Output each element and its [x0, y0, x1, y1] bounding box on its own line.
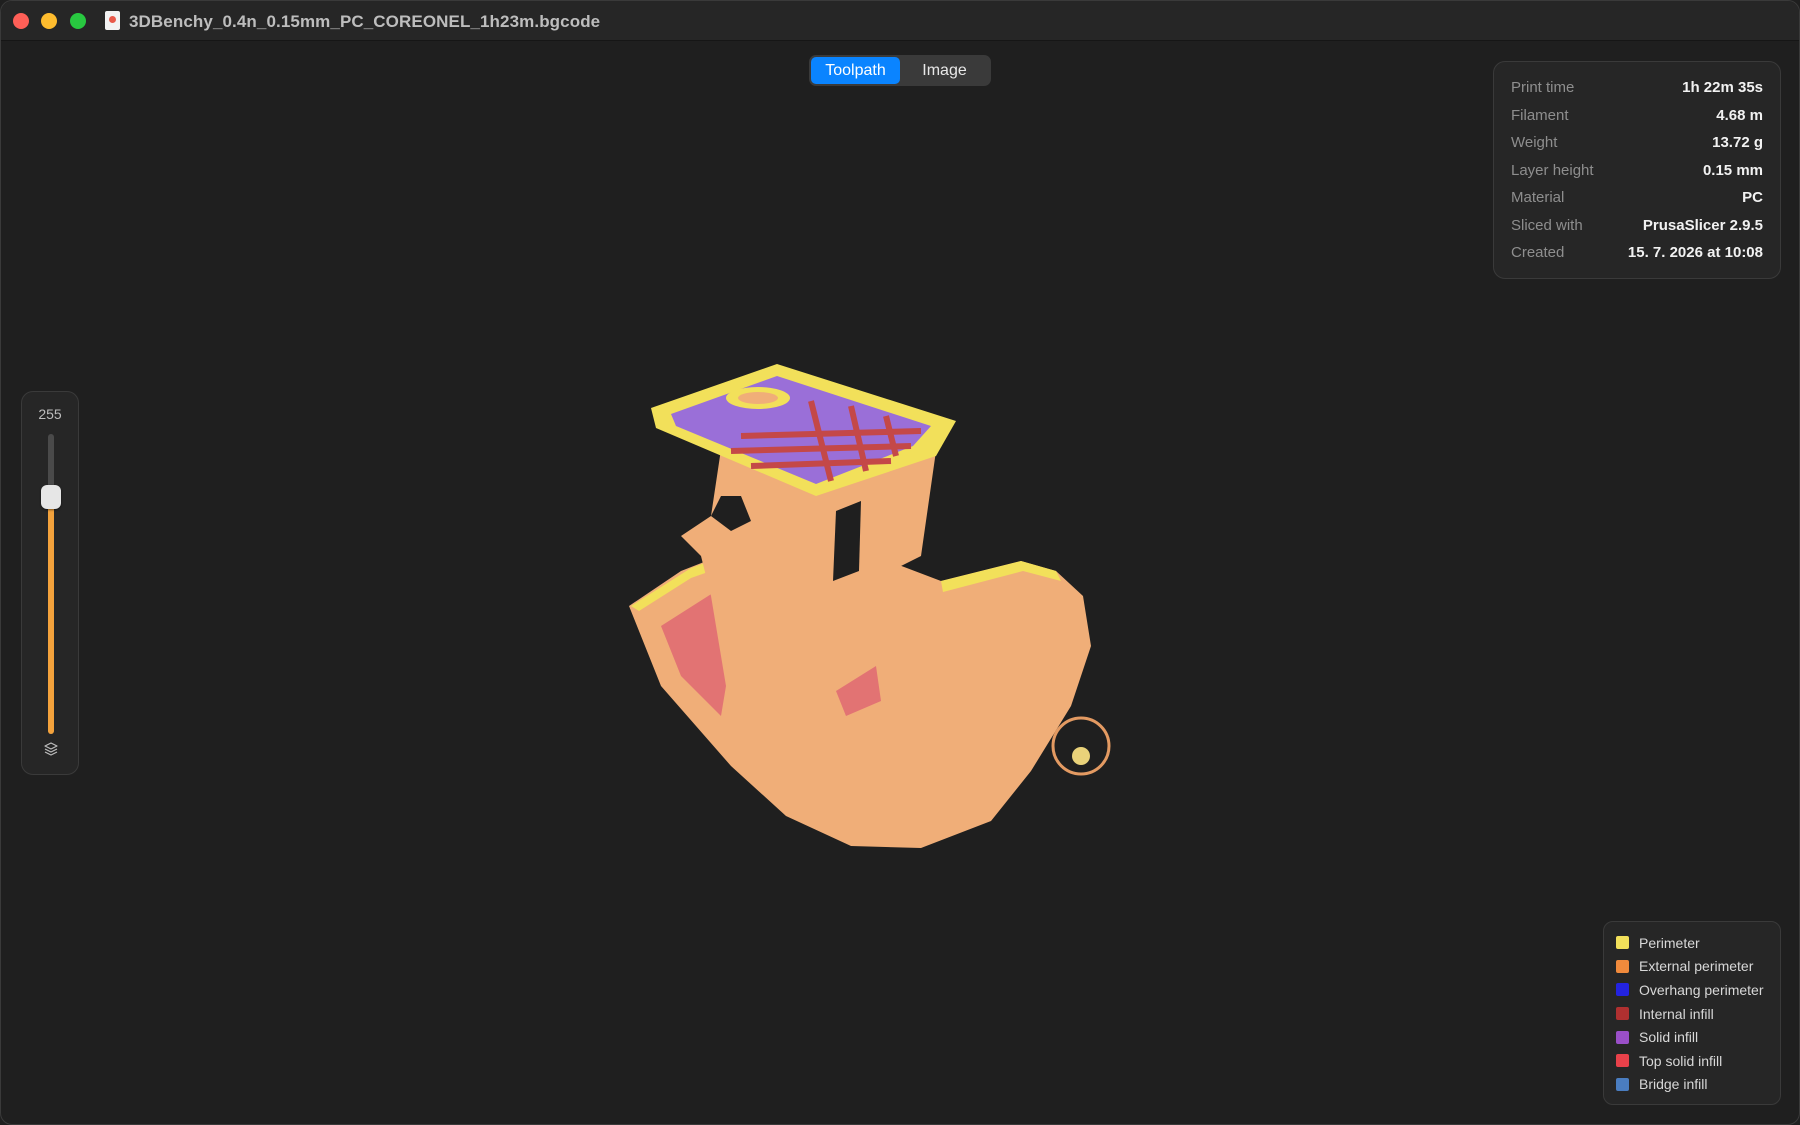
- layer-slider-track[interactable]: [48, 434, 54, 734]
- legend-label: Solid infill: [1639, 1029, 1699, 1046]
- minimize-window-button[interactable]: [41, 13, 57, 29]
- info-label: Print time: [1511, 79, 1575, 97]
- print-info-panel: Print time 1h 22m 35s Filament 4.68 m We…: [1493, 61, 1781, 279]
- layer-slider-panel: 255: [21, 391, 79, 775]
- info-value: 4.68 m: [1716, 106, 1763, 124]
- legend-label: Perimeter: [1639, 934, 1700, 951]
- legend-label: External perimeter: [1639, 958, 1754, 975]
- legend-item: Internal infill: [1616, 1002, 1768, 1026]
- tab-image[interactable]: Image: [900, 57, 989, 84]
- info-value: 1h 22m 35s: [1682, 79, 1763, 97]
- legend-item: Bridge infill: [1616, 1073, 1768, 1097]
- legend-swatch: [1616, 1030, 1629, 1044]
- layers-icon: [44, 742, 58, 756]
- layer-slider-thumb[interactable]: [41, 485, 61, 509]
- feature-legend: Perimeter External perimeter Overhang pe…: [1603, 921, 1781, 1105]
- info-value: 0.15 mm: [1702, 161, 1763, 179]
- hawse-hole: [1051, 716, 1111, 776]
- info-label: Layer height: [1511, 161, 1594, 179]
- legend-item: Perimeter: [1616, 931, 1768, 955]
- info-label: Weight: [1511, 134, 1558, 152]
- info-row-print-time: Print time 1h 22m 35s: [1511, 74, 1763, 102]
- document-icon: [105, 11, 120, 30]
- info-row-weight: Weight 13.72 g: [1511, 129, 1763, 157]
- close-window-button[interactable]: [13, 13, 29, 29]
- info-value: 15. 7. 2026 at 10:08: [1627, 244, 1763, 262]
- legend-label: Internal infill: [1639, 1005, 1714, 1022]
- info-label: Created: [1511, 244, 1565, 262]
- zoom-window-button[interactable]: [70, 13, 86, 29]
- view-toggle: Toolpath Image: [809, 55, 991, 86]
- info-label: Sliced with: [1511, 216, 1583, 234]
- legend-swatch: [1616, 983, 1629, 997]
- legend-label: Overhang perimeter: [1639, 981, 1764, 998]
- window-title: 3DBenchy_0.4n_0.15mm_PC_COREONEL_1h23m.b…: [129, 12, 601, 31]
- legend-item: Solid infill: [1616, 1025, 1768, 1049]
- info-label: Filament: [1511, 106, 1569, 124]
- info-value: PC: [1742, 189, 1763, 207]
- legend-item: Top solid infill: [1616, 1049, 1768, 1073]
- legend-swatch: [1616, 1077, 1629, 1091]
- layer-number: 255: [38, 406, 62, 422]
- chimney-inner: [738, 392, 778, 404]
- info-value: 13.72 g: [1712, 134, 1763, 152]
- legend-item: Overhang perimeter: [1616, 978, 1768, 1002]
- legend-label: Top solid infill: [1639, 1052, 1723, 1069]
- info-row-material: Material PC: [1511, 184, 1763, 212]
- info-row-layer-height: Layer height 0.15 mm: [1511, 157, 1763, 185]
- legend-swatch: [1616, 936, 1629, 950]
- info-label: Material: [1511, 189, 1565, 207]
- legend-swatch: [1616, 1007, 1629, 1021]
- info-row-sliced-with: Sliced with PrusaSlicer 2.9.5: [1511, 212, 1763, 240]
- title-bar: 3DBenchy_0.4n_0.15mm_PC_COREONEL_1h23m.b…: [1, 1, 1799, 41]
- layer-slider-fill: [48, 497, 54, 734]
- info-row-filament: Filament 4.68 m: [1511, 102, 1763, 130]
- legend-swatch: [1616, 959, 1629, 973]
- legend-item: External perimeter: [1616, 955, 1768, 979]
- benchy-toolpath-model[interactable]: [621, 356, 1211, 856]
- cabin-door-right: [833, 501, 861, 581]
- app-window: 3DBenchy_0.4n_0.15mm_PC_COREONEL_1h23m.b…: [0, 0, 1800, 1125]
- tab-toolpath[interactable]: Toolpath: [811, 57, 900, 84]
- info-row-created: Created 15. 7. 2026 at 10:08: [1511, 239, 1763, 267]
- legend-swatch: [1616, 1054, 1629, 1068]
- info-value: PrusaSlicer 2.9.5: [1642, 216, 1763, 234]
- legend-label: Bridge infill: [1639, 1076, 1708, 1093]
